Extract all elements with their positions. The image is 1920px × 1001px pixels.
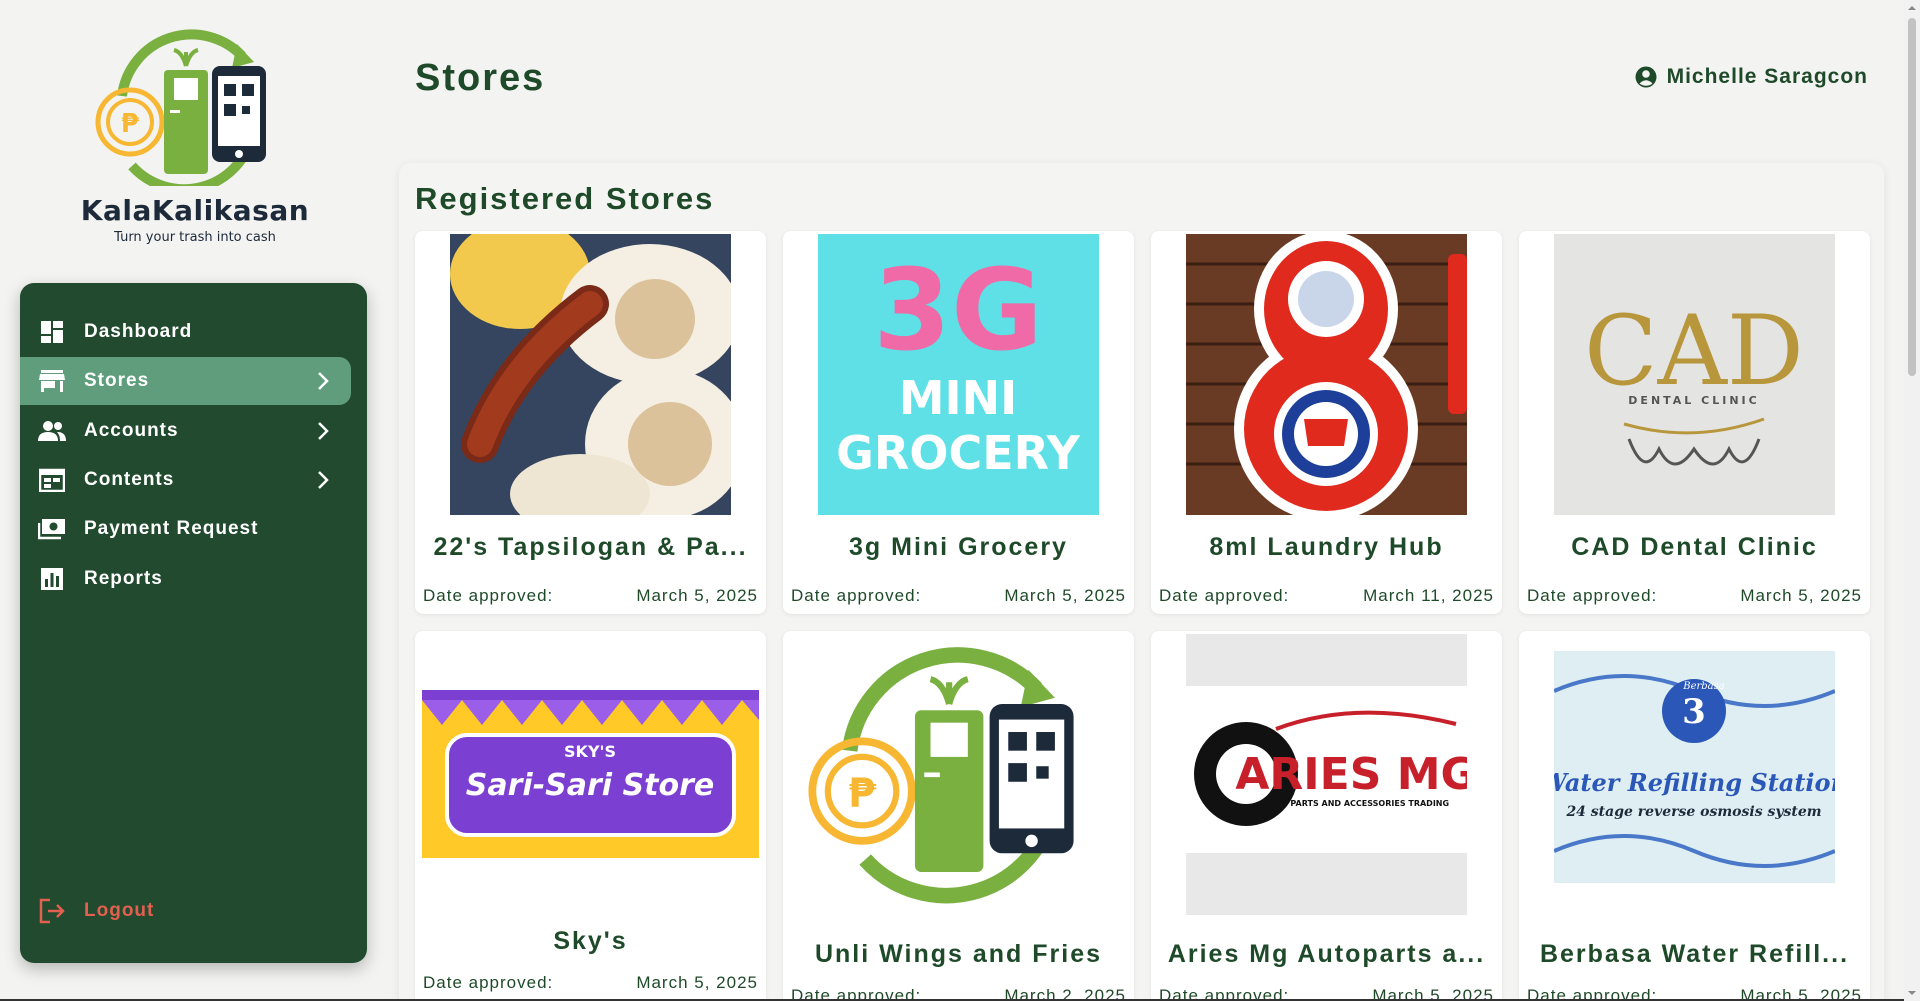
dental-logo-big: CAD	[1584, 295, 1804, 407]
calendar-icon	[38, 466, 66, 494]
page-title: Stores	[415, 57, 546, 99]
store-card[interactable]: 8ml Laundry Hub Date approved: March 11,…	[1151, 231, 1502, 614]
logout-button[interactable]: Logout	[38, 897, 154, 925]
store-image: SKY'S Sari-Sari Store	[422, 690, 759, 858]
sari-logo-big: Sari-Sari Store	[466, 768, 714, 803]
users-icon	[38, 417, 66, 445]
svg-text:3: 3	[1682, 692, 1706, 732]
store-name: 8ml Laundry Hub	[1209, 533, 1444, 561]
water-logo-brand: Berbasa	[1682, 681, 1725, 692]
date-approved-value: March 5, 2025	[636, 973, 758, 992]
store-image	[450, 234, 731, 515]
store-image: 3G MINI GROCERY	[818, 234, 1099, 515]
grocery-logo-top: 3G	[873, 246, 1043, 376]
sidebar-item-label: Contents	[84, 469, 175, 490]
date-approved-label: Date approved:	[423, 586, 554, 605]
dashboard-icon	[38, 318, 66, 346]
date-approved-label: Date approved:	[791, 586, 922, 605]
store-card[interactable]: ARIES MG AUTO PARTS AND ACCESSORIES TRAD…	[1151, 631, 1502, 1001]
sidebar: Dashboard Stores Accounts Contents Payme…	[20, 283, 367, 963]
chevron-right-icon	[318, 372, 329, 390]
scroll-down-icon[interactable]	[1908, 989, 1916, 997]
sidebar-item-label: Reports	[84, 568, 163, 589]
brand-name: KalaKalikasan	[80, 194, 310, 227]
date-approved-value: March 5, 2025	[636, 586, 758, 605]
sidebar-item-contents[interactable]: Contents	[20, 456, 351, 504]
svg-text:₱: ₱	[121, 109, 140, 139]
scrollbar-thumb[interactable]	[1908, 18, 1916, 376]
user-name: Michelle Saragcon	[1666, 65, 1868, 88]
store-card[interactable]: 3 Berbasa Water Refilling Station 24 sta…	[1519, 631, 1870, 1001]
store-name: Aries Mg Autoparts a...	[1167, 940, 1486, 968]
store-name: 3g Mini Grocery	[849, 533, 1068, 561]
sidebar-item-label: Stores	[84, 370, 150, 391]
brand-tagline: Turn your trash into cash	[114, 230, 276, 245]
sidebar-item-accounts[interactable]: Accounts	[20, 407, 351, 455]
store-name: 22's Tapsilogan & Pa...	[433, 533, 748, 561]
aries-logo-small: AUTO PARTS AND ACCESSORIES TRADING	[1263, 799, 1449, 808]
page-scrollbar[interactable]	[1904, 0, 1920, 1001]
scroll-up-icon[interactable]	[1908, 4, 1916, 12]
date-approved-label: Date approved:	[423, 973, 554, 992]
water-logo-sub: 24 stage reverse osmosis system	[1565, 804, 1821, 820]
store-name: Berbasa Water Refill...	[1539, 940, 1850, 968]
store-image	[1186, 234, 1467, 515]
store-card[interactable]: ₱ Unli Wings and Fries Date approved: Ma…	[783, 631, 1134, 1001]
store-image: ₱	[803, 639, 1114, 909]
date-approved-label: Date approved:	[1527, 586, 1658, 605]
user-menu[interactable]: Michelle Saragcon	[1635, 65, 1868, 89]
sidebar-item-label: Dashboard	[84, 321, 193, 342]
sidebar-item-label: Payment Request	[84, 518, 259, 539]
account-circle-icon	[1635, 66, 1657, 88]
sidebar-item-label: Accounts	[84, 420, 179, 441]
dental-logo-small: DENTAL CLINIC	[1628, 394, 1759, 407]
date-approved-value: March 5, 2025	[1004, 586, 1126, 605]
store-card[interactable]: 22's Tapsilogan & Pa... Date approved: M…	[415, 231, 766, 614]
sidebar-item-reports[interactable]: Reports	[20, 555, 351, 603]
store-card[interactable]: CAD DENTAL CLINIC CAD Dental Clinic Date…	[1519, 231, 1870, 614]
store-card[interactable]: 3G MINI GROCERY 3g Mini Grocery Date app…	[783, 231, 1134, 614]
registered-stores-panel: Registered Stores 22's Tapsilogan & Pa..…	[399, 163, 1884, 1001]
aries-logo-big: ARIES MG	[1235, 749, 1467, 800]
kalakalikasan-logo-icon: ₱	[95, 29, 266, 186]
store-icon	[38, 367, 66, 395]
logout-label: Logout	[84, 900, 155, 921]
water-logo-title: Water Refilling Station	[1554, 768, 1835, 797]
date-approved-value: March 11, 2025	[1363, 586, 1494, 605]
store-name: Unli Wings and Fries	[814, 940, 1103, 968]
date-approved-label: Date approved:	[1159, 586, 1290, 605]
grocery-logo-line2: GROCERY	[836, 426, 1080, 480]
chevron-right-icon	[318, 422, 329, 440]
brand-logo: ₱ KalaKalikasan Turn your trash into cas…	[70, 26, 320, 251]
svg-text:₱: ₱	[848, 769, 877, 817]
reports-icon	[38, 565, 66, 593]
logout-icon	[39, 898, 65, 924]
sidebar-item-dashboard[interactable]: Dashboard	[20, 308, 351, 356]
section-title: Registered Stores	[415, 181, 715, 216]
date-approved-value: March 5, 2025	[1740, 586, 1862, 605]
store-name: Sky's	[553, 927, 628, 955]
store-name: CAD Dental Clinic	[1571, 533, 1818, 561]
payment-icon	[38, 515, 66, 543]
grocery-logo-line1: MINI	[899, 371, 1018, 425]
store-image: ARIES MG AUTO PARTS AND ACCESSORIES TRAD…	[1186, 634, 1467, 915]
store-card[interactable]: SKY'S Sari-Sari Store Sky's Date approve…	[415, 631, 766, 1001]
sidebar-item-payment-request[interactable]: Payment Request	[20, 505, 351, 553]
sidebar-item-stores[interactable]: Stores	[20, 357, 351, 405]
store-image: 3 Berbasa Water Refilling Station 24 sta…	[1554, 651, 1835, 883]
sari-logo-small: SKY'S	[564, 742, 616, 761]
store-image: CAD DENTAL CLINIC	[1554, 234, 1835, 515]
chevron-right-icon	[318, 471, 329, 489]
